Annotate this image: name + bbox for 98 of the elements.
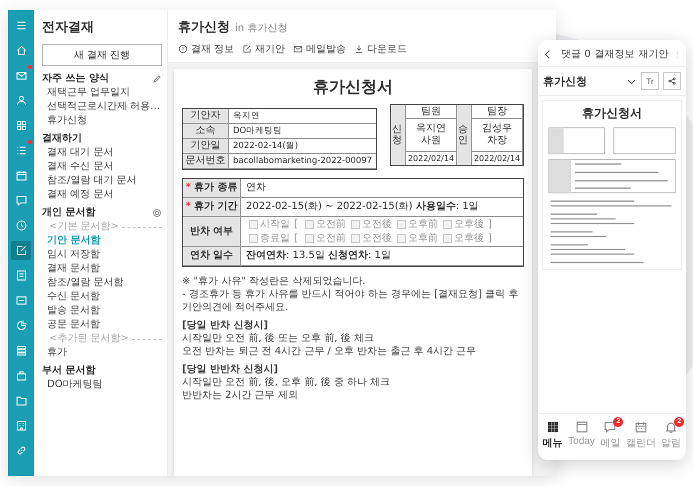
window-icon [574,420,589,434]
table-cell: 옥지연 [229,109,376,124]
mobile-action-link[interactable]: 댓글 0 [561,47,591,61]
calendar-icon [634,420,648,434]
option-label: 오전後 [362,232,392,245]
required-mark: * [186,200,191,214]
section-title: 자주 쓰는 양식 [42,72,109,86]
option-label: 종료일 [260,232,290,245]
download-button[interactable]: 다운로드 [354,42,408,56]
text-size-button[interactable]: Tr [641,72,659,90]
table-cell-text: 2022/02/14 [406,153,456,165]
sidebar-item[interactable]: 재택근무 업무일지 [42,86,162,100]
section-title: 부서 문서함 [42,364,96,378]
sidebar-item[interactable]: 수신 문서함 [42,290,162,304]
sidebar-title: 전자결재 [42,19,95,36]
edit-icon[interactable] [11,241,31,260]
table-cell: bacollabomarketing-2022-00097 [229,154,376,169]
folder-group-label: <기본 문서함> [49,220,119,234]
note-heading: [당일 반반차 신청시] [182,363,280,376]
mobile-action-link[interactable]: 재기안 [638,47,669,61]
sidebar-item[interactable]: DO마케팅팀 [42,378,162,392]
sidebar-item[interactable]: 결재 수신 문서 [42,160,162,174]
send-mail-button[interactable]: 메일발송 [293,42,346,56]
edit-icon [242,44,252,54]
sidebar-item[interactable]: 참조/열람 문서함 [42,276,162,290]
note-text: ※ "휴가 사유" 작성란은 삭제되었습니다. [182,275,366,288]
approver-cell: 김성우 차장 [472,119,522,152]
approval-info-button[interactable]: 결재 정보 [178,42,234,56]
table-cell-text: 2022/02/14 [472,153,522,165]
note-text: - 경조휴가 등 휴가 사유를 반드시 적어야 하는 경우에는 [결재요청] 클릭 후 기안의견에 적어주세요. [182,288,520,314]
sidebar-item[interactable]: 휴가 [42,346,162,360]
option-label: 시작일 [260,218,290,231]
note-text: 시작일만 오전 前, 後 또는 오후 前, 後 체크 [182,332,375,345]
table-header-cell: 팀장 [472,105,522,119]
sidebar-item[interactable]: 결재 대기 문서 [42,146,162,160]
field-label: 휴가 종류 [194,181,238,195]
chat-icon [603,420,618,434]
field-label: 연차 일수 [190,249,234,263]
field-label: 휴가 기간 [194,200,238,214]
approval-side-cell: 신청 [391,105,406,165]
settings-icon[interactable] [152,208,162,218]
required-mark: * [186,181,191,195]
bracket: ] [488,232,492,245]
mobile-title: 휴가신청 [543,74,587,88]
note-text: 오전 반차는 퇴근 전 4시간 근무 / 오후 반차는 출근 후 4시간 근무 [182,345,478,358]
menu-grid-icon [546,420,560,434]
option-label: 오후前 [408,232,438,245]
share-icon [667,76,677,86]
sidebar-item[interactable]: 공문 문서함 [42,318,162,332]
redraft-button[interactable]: 재기안 [242,42,286,56]
bracket: [ [294,232,298,245]
bracket: [ [294,218,298,231]
sidebar-item[interactable]: 임시 저장함 [42,248,162,262]
option-label: 오전前 [316,218,346,231]
approver-cell: 옥지연 사원 [406,119,456,152]
field-label: 반차 여부 [190,224,234,238]
new-approval-button[interactable]: 새 결재 진행 [42,44,162,66]
bell-icon [664,420,678,434]
option-label: 오후後 [454,218,484,231]
nav-tab[interactable]: 메뉴 [542,420,563,450]
sidebar-item[interactable]: 휴가신청 [42,114,162,128]
note-text: 반반차는 2시간 근무 제외 [182,389,299,402]
sidebar-item[interactable]: 선택적근로시간제 허용… [42,100,162,114]
table-cell: 연차 [241,179,523,198]
bracket: ] [488,218,492,231]
sidebar-item[interactable]: 결재 예정 문서 [42,188,162,202]
mobile-action-link[interactable]: 결재정보 [594,47,635,61]
table-header-cell: 기안일 [183,139,229,154]
pencil-icon[interactable] [152,74,162,84]
section-title: 결재하기 [42,132,82,146]
mail-icon [293,44,304,54]
sidebar-item[interactable]: 결재 문서함 [42,262,162,276]
info-icon [178,44,188,54]
page-title: 휴가신청 [178,19,230,36]
download-icon [354,44,364,54]
approval-side-cell: 승인 [457,105,472,165]
table-header-cell: 소속 [183,124,229,139]
table-header-cell: 기안자 [183,109,229,124]
note-heading: [당일 반차 신청시] [182,319,270,332]
option-label: 오전前 [316,232,346,245]
section-title: 개인 문서함 [42,206,96,220]
table-header-cell: 팀원 [406,105,456,119]
table-header-cell: 문서번호 [183,154,229,169]
page-subtitle: in 휴가신청 [235,22,288,35]
document-title: 휴가신청서 [312,77,394,98]
table-cell: 2022-02-14(월) [229,139,376,154]
table-cell: 잔여연차: 13.5일 신청연차: 1일 [241,247,523,266]
share-button[interactable] [663,72,681,90]
table-cell: DO마케팅팀 [229,124,376,139]
option-label: 오후後 [454,232,484,245]
table-cell: 2022-02-15(화) ~ 2022-02-15(화) 사용일수: 1일 [241,198,523,217]
sidebar-item[interactable]: 발송 문서함 [42,304,162,318]
folder-group-label: <추가된 문서함> [49,332,129,346]
option-label: 오전後 [362,218,392,231]
sidebar-item[interactable]: 참조/열람 대기 문서 [42,174,162,188]
note-text: 시작일만 오전 前, 後, 오후 前, 後 중 하나 체크 [182,376,392,389]
option-label: 오후前 [408,218,438,231]
document-title: 휴가신청서 [581,105,643,122]
